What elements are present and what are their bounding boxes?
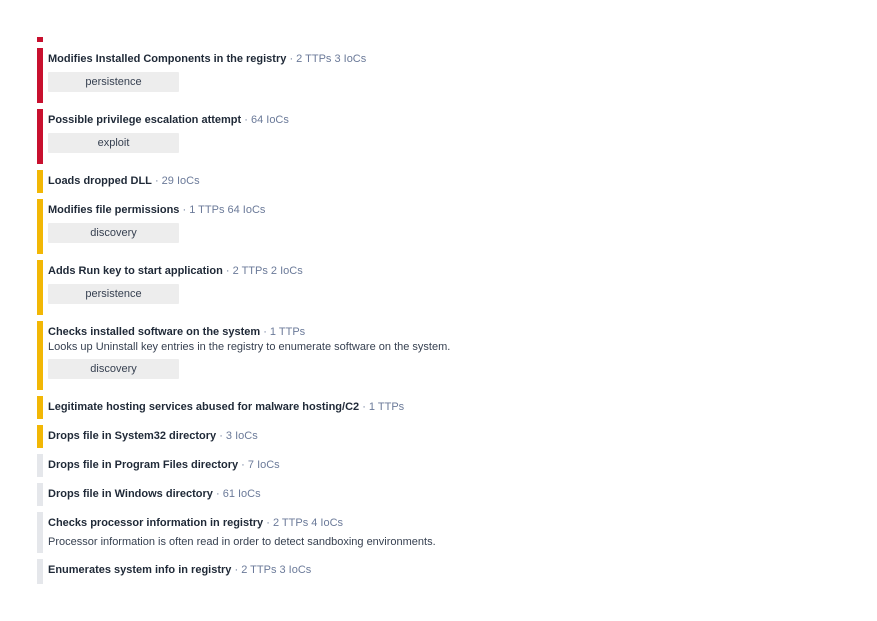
signature-meta: · 2 TTPs 2 IoCs [225, 265, 303, 277]
severity-bar [37, 425, 43, 448]
signature-title[interactable]: Drops file in Program Files directory [48, 459, 238, 471]
tag-badge[interactable]: discovery [48, 359, 179, 379]
severity-marker [37, 581, 43, 584]
severity-bar [37, 48, 43, 103]
signature-list: Modifies Installed Components in the reg… [37, 48, 837, 588]
signature-item[interactable]: Drops file in System32 directory · 3 IoC… [37, 425, 837, 448]
signature-meta: · 1 TTPs [362, 401, 405, 413]
signature-meta: · 29 IoCs [154, 175, 200, 187]
signature-meta: · 2 TTPs 3 IoCs [289, 53, 367, 65]
signature-title[interactable]: Enumerates system info in registry [48, 564, 231, 576]
severity-bar [37, 454, 43, 477]
severity-bar [37, 559, 43, 582]
signature-item[interactable]: Adds Run key to start application · 2 TT… [37, 260, 837, 315]
signature-title[interactable]: Loads dropped DLL [48, 175, 152, 187]
signature-item[interactable]: Drops file in Program Files directory · … [37, 454, 837, 477]
signature-title[interactable]: Drops file in Windows directory [48, 488, 213, 500]
signature-meta: · 1 TTPs 64 IoCs [182, 204, 266, 216]
signature-title[interactable]: Checks processor information in registry [48, 517, 263, 529]
signature-title[interactable]: Drops file in System32 directory [48, 430, 216, 442]
severity-bar [37, 170, 43, 193]
signature-item[interactable]: Enumerates system info in registry · 2 T… [37, 559, 837, 582]
signature-title[interactable]: Modifies file permissions [48, 204, 179, 216]
signature-meta: · 61 IoCs [215, 488, 261, 500]
severity-marker [37, 37, 43, 42]
severity-bar [37, 109, 43, 164]
signature-item[interactable]: Legitimate hosting services abused for m… [37, 396, 837, 419]
tag-badge[interactable]: discovery [48, 223, 179, 243]
signature-title[interactable]: Modifies Installed Components in the reg… [48, 53, 286, 65]
signature-title[interactable]: Possible privilege escalation attempt [48, 114, 241, 126]
signature-description: Looks up Uninstall key entries in the re… [48, 341, 451, 353]
signature-item[interactable]: Checks installed software on the system … [37, 321, 837, 390]
signature-item[interactable]: Checks processor information in registry… [37, 512, 837, 553]
signature-meta: · 1 TTPs [263, 326, 306, 338]
signature-meta: · 2 TTPs 3 IoCs [234, 564, 312, 576]
signature-item[interactable]: Modifies file permissions · 1 TTPs 64 Io… [37, 199, 837, 254]
signature-title[interactable]: Legitimate hosting services abused for m… [48, 401, 359, 413]
tag-badge[interactable]: persistence [48, 72, 179, 92]
severity-bar [37, 396, 43, 419]
tag-badge[interactable]: persistence [48, 284, 179, 304]
signature-meta: · 7 IoCs [241, 459, 280, 471]
severity-bar [37, 483, 43, 506]
signature-item[interactable]: Possible privilege escalation attempt · … [37, 109, 837, 164]
severity-bar [37, 321, 43, 390]
signature-description: Processor information is often read in o… [48, 536, 436, 548]
signature-item[interactable]: Drops file in Windows directory · 61 IoC… [37, 483, 837, 506]
signature-item[interactable]: Modifies Installed Components in the reg… [37, 48, 837, 103]
severity-bar [37, 260, 43, 315]
severity-bar [37, 512, 43, 553]
signature-meta: · 3 IoCs [219, 430, 258, 442]
signature-title[interactable]: Checks installed software on the system [48, 326, 260, 338]
signature-meta: · 2 TTPs 4 IoCs [266, 517, 344, 529]
severity-bar [37, 199, 43, 254]
tag-badge[interactable]: exploit [48, 133, 179, 153]
signature-item[interactable]: Loads dropped DLL · 29 IoCs [37, 170, 837, 193]
signature-meta: · 64 IoCs [244, 114, 289, 126]
signature-title[interactable]: Adds Run key to start application [48, 265, 223, 277]
